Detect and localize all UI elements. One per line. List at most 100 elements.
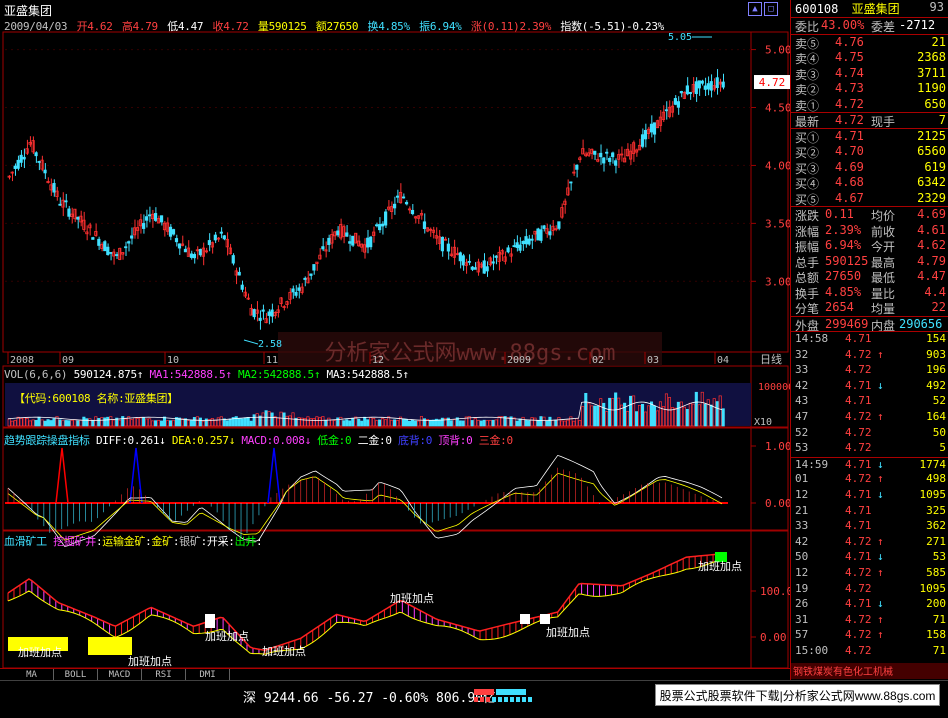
bottom-annotation: 加班加点	[390, 592, 434, 605]
tick-cell: 01	[795, 472, 809, 486]
candle-body	[142, 223, 146, 229]
weibi-label: 委比	[795, 20, 820, 34]
vol-bar	[240, 418, 244, 427]
candle-body	[611, 152, 615, 158]
tick-cell: 271	[926, 534, 946, 548]
candle-body	[643, 129, 648, 140]
tick-cell: 52	[932, 394, 946, 408]
vol-bar	[366, 419, 370, 427]
tick-cell: 33	[795, 519, 809, 533]
vol-ma1: MA1:542888.5	[149, 368, 226, 381]
candle-body	[518, 244, 522, 251]
vol-bar	[479, 420, 483, 427]
window-button[interactable]: □	[764, 2, 778, 16]
vol-bar	[49, 420, 53, 427]
tick-cell: 15:00	[795, 643, 829, 657]
buy-row: 买④ 4.68 6342	[791, 175, 948, 191]
vol-bar	[703, 403, 707, 427]
tick-cell: 158	[926, 628, 946, 642]
tick-list[interactable]: 14:58 4.71 154 32 4.72 ↑ 903 33 4.72 196 42 4.71 ↓ 49…	[791, 331, 948, 659]
vol-bar	[46, 419, 50, 427]
vol-bar	[348, 420, 352, 427]
candle-body	[183, 248, 188, 253]
candle-body	[608, 157, 612, 162]
period-label: 日线	[760, 352, 782, 366]
tick-row: 26 4.71 ↓ 200	[791, 597, 948, 613]
candle-body	[16, 159, 20, 169]
stat-row-cell: 均价	[871, 209, 896, 223]
tick-cell: 4.71	[845, 597, 872, 611]
candle-body	[410, 209, 415, 215]
candle-body	[446, 243, 450, 252]
sell-book: 卖⑤ 4.76 21 卖④ 4.75 2368 卖③ 4.74 3711 卖② 4.73 1190 卖①…	[791, 33, 948, 113]
yellow-block	[88, 637, 132, 655]
sell-row-cell: 21	[931, 34, 946, 49]
info-high: 高4.79	[121, 20, 158, 33]
title-bar: 亚盛集团 ▲ □	[0, 0, 790, 18]
buy-row: 买⑤ 4.67 2329	[791, 191, 948, 207]
candle-body	[171, 229, 176, 235]
stat-row-cell: 总手	[795, 255, 820, 270]
vol-bar	[282, 412, 286, 427]
tick-cell: 164	[926, 409, 946, 423]
candle-body	[521, 240, 525, 245]
candle-body	[461, 255, 465, 266]
candle-body	[366, 237, 370, 248]
tick-cell: 71	[932, 612, 946, 626]
vol-bar	[404, 418, 409, 427]
stat-row-cell: 4.62	[917, 238, 946, 252]
ad-banner[interactable]: 股票公式股票软件下载|分析家公式网www.88gs.com	[655, 684, 940, 706]
candle-body	[127, 241, 131, 244]
candle-body	[19, 154, 23, 163]
vol-bar	[163, 416, 167, 427]
candle-body	[536, 228, 540, 241]
tick-cell: 4.72	[845, 472, 872, 486]
sell-row-cell: 卖①	[795, 98, 820, 113]
date-label: 02	[592, 355, 604, 366]
candle-body	[664, 109, 669, 112]
candle-body	[261, 309, 265, 312]
weibi-row: 委比 43.00% 委差 -2712	[791, 18, 948, 34]
candle-body	[706, 83, 710, 90]
tick-cell: 26	[795, 597, 809, 611]
vol-bar	[106, 416, 110, 427]
expand-button[interactable]: ▲	[748, 2, 762, 16]
info-volume: 量590125	[257, 20, 307, 33]
vol-bar	[629, 395, 633, 427]
candle-body	[321, 246, 325, 250]
tick-cell: 12	[795, 487, 809, 501]
candle-body	[375, 224, 379, 227]
tick-cell: 12	[795, 565, 809, 579]
bottom-header: 血滑矿工 挖掘矿井:运输金矿:金矿:银矿:开采:出井:	[4, 535, 263, 548]
info-low: 低4.47	[167, 20, 204, 33]
sell-row: 卖② 4.73 1190	[791, 81, 948, 97]
tick-cell: 4.72	[845, 409, 872, 423]
candle-body	[231, 255, 235, 264]
ticker-scroll: 钢铁煤炭有色化工机械	[791, 663, 948, 679]
tick-row: 42 4.71 ↓ 492	[791, 379, 948, 395]
vol-bar	[548, 416, 552, 427]
latest-row: 最新 4.72 现手 7	[791, 112, 948, 128]
candle-body	[115, 254, 119, 256]
vol-bar	[103, 417, 107, 427]
vol-bar	[694, 391, 698, 427]
candle-body	[470, 266, 474, 270]
tick-cell: 4.71	[845, 332, 872, 345]
tick-cell: 362	[926, 519, 946, 533]
stat-row-cell: 今开	[871, 240, 896, 254]
vol-bar	[243, 417, 247, 427]
stat-row-cell: 4.61	[917, 222, 946, 237]
candle-body	[168, 226, 173, 237]
tick-cell: 4.71	[845, 487, 872, 501]
candle-body	[709, 81, 713, 91]
buy-row-cell: 买②	[795, 146, 820, 160]
buy-row-cell: 买①	[795, 130, 820, 145]
chart-area[interactable]: 5.00 4.50 4.00 3.50 3.00 4.72 分析家公式网www.88gs.c…	[0, 0, 790, 668]
candle-body	[467, 260, 471, 263]
vol-bar	[676, 401, 680, 427]
vol-bar	[431, 419, 435, 427]
tick-cell: ↑	[877, 472, 884, 486]
buy-row-cell: 4.71	[835, 128, 864, 143]
info-open: 开4.62	[76, 20, 113, 33]
stat-row: 换手 4.85% 量比 4.4	[791, 285, 948, 301]
